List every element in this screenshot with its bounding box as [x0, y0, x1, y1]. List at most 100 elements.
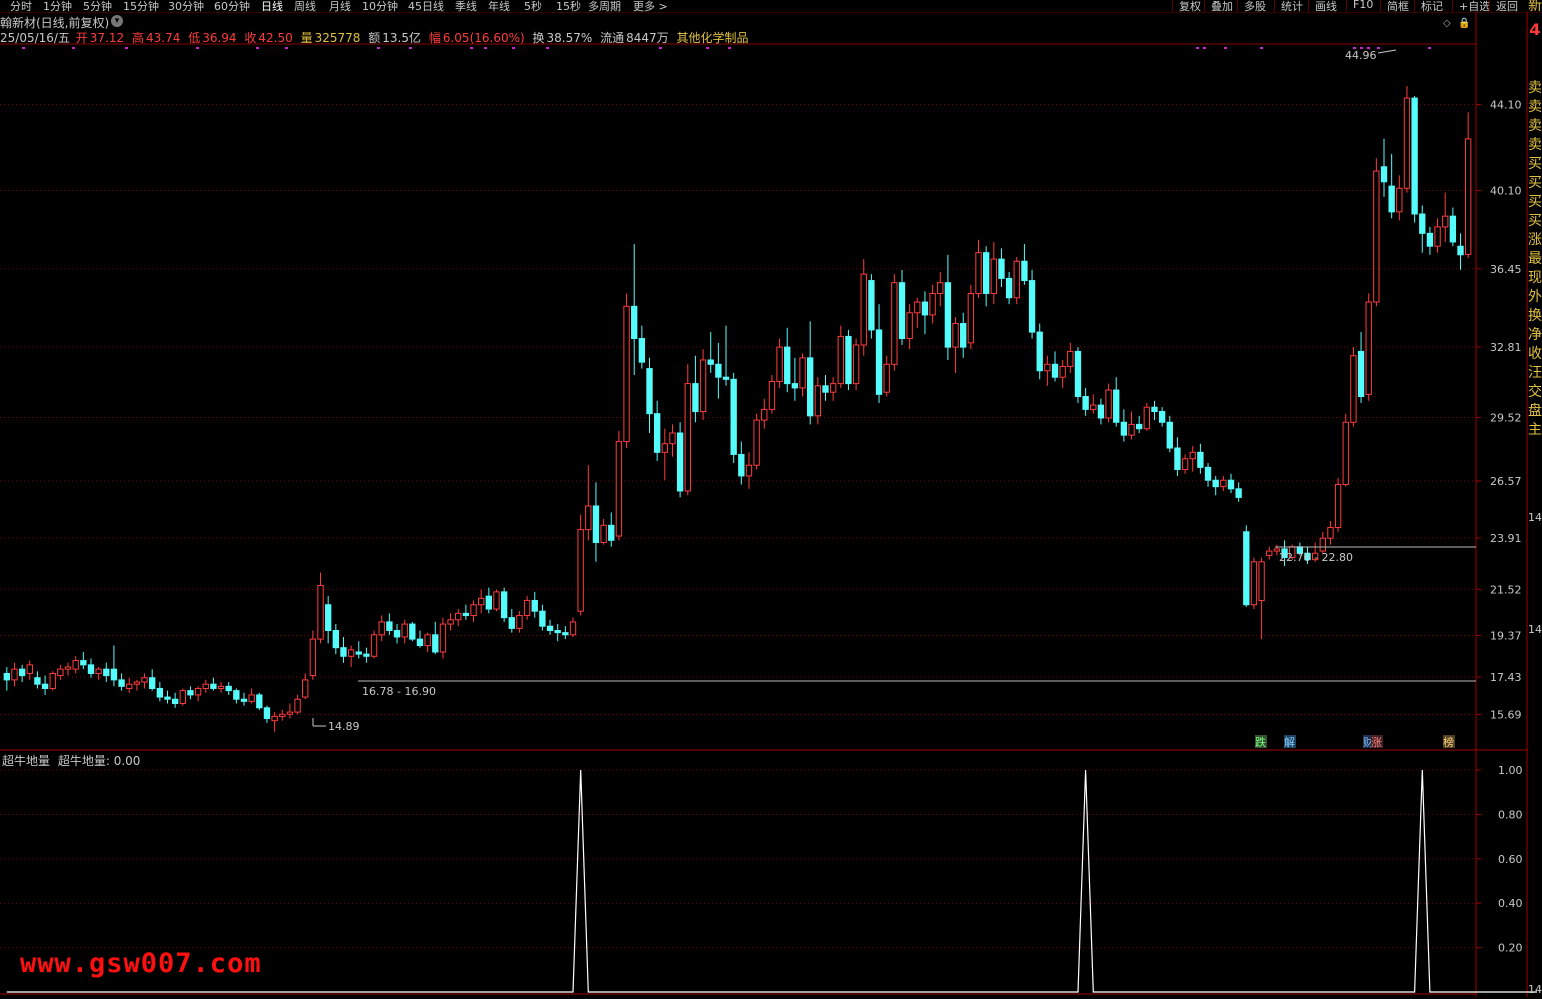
side-label-9: 最: [1528, 251, 1542, 267]
candle-body: [1396, 187, 1403, 213]
indicator-axis-label: 0.40: [1498, 897, 1523, 910]
candle-body: [500, 591, 508, 619]
candle-body: [1365, 301, 1372, 395]
candle-body: [248, 694, 255, 702]
candle-body: [416, 638, 424, 647]
candle-body: [1403, 97, 1411, 189]
candle-body: [1021, 260, 1028, 282]
candle-body: [539, 610, 546, 627]
side-label-13: 净: [1528, 327, 1542, 343]
indicator-axis-label: 0.80: [1498, 808, 1523, 821]
candle-body: [707, 359, 714, 365]
candle-body: [1227, 479, 1235, 490]
signal-dot: [1203, 47, 1206, 49]
candle-body: [34, 677, 41, 685]
candle-body: [217, 685, 225, 689]
signal-dot: [728, 47, 731, 49]
event-tag: 涨: [1371, 736, 1382, 749]
candle-body: [1457, 245, 1464, 256]
candle-body: [982, 252, 990, 294]
candle-body: [1419, 213, 1426, 234]
price-tick-label: 32.81: [1490, 341, 1522, 354]
candle-body: [562, 632, 569, 636]
candle-body: [852, 344, 860, 385]
range-label-right: 22.76 - 22.80: [1279, 551, 1353, 564]
side-label-7: 买: [1528, 213, 1542, 229]
candle-body: [929, 292, 936, 316]
candle-body: [1151, 406, 1158, 413]
candle-body: [493, 591, 500, 610]
candle-body: [1067, 350, 1074, 367]
candle-body: [210, 683, 217, 689]
side-label-4: 买: [1528, 156, 1542, 172]
candle-body: [738, 453, 745, 477]
candle-body: [347, 649, 355, 657]
candle-body: [600, 524, 607, 543]
candle-body: [1327, 526, 1334, 539]
candle-body: [516, 614, 523, 629]
candle-body: [990, 258, 997, 294]
candle-body: [439, 623, 447, 653]
candle-body: [1105, 389, 1112, 419]
candle-body: [722, 376, 730, 380]
candle-body: [187, 690, 194, 696]
price-tick-label: 23.91: [1490, 532, 1522, 545]
candle-body: [41, 683, 49, 689]
signal-dot: [1224, 47, 1227, 49]
high-marker-arrow: [1377, 49, 1397, 54]
candle-body: [1143, 406, 1151, 430]
candle-body: [1189, 451, 1196, 460]
event-tag: 跌: [1255, 735, 1266, 749]
side-label-14: 收: [1528, 346, 1542, 362]
candle-body: [860, 273, 867, 346]
candle-body: [1090, 404, 1097, 410]
candle-body: [485, 595, 493, 610]
candle-body: [807, 357, 814, 417]
candle-body: [64, 666, 72, 670]
signal-dot: [377, 47, 380, 49]
candle-body: [133, 681, 141, 685]
side-top-label: 新: [1528, 0, 1542, 14]
indicator-axis-label: 0.20: [1498, 942, 1523, 955]
candle-body: [1342, 421, 1349, 486]
side-label-0: 卖: [1528, 80, 1542, 96]
candle-body: [409, 623, 416, 640]
kline-chart[interactable]: 44.10 40.10 36.45 32.81 29.52 26.57 23.91 21.52…: [0, 0, 1542, 997]
candle-body: [937, 282, 944, 294]
candle-body: [1411, 97, 1418, 215]
candle-body: [768, 380, 776, 410]
candle-body: [80, 660, 87, 666]
indicator-value: 0.00: [113, 754, 141, 768]
candle-body: [1044, 363, 1051, 372]
candle-body: [202, 683, 209, 689]
candle-body: [432, 634, 439, 653]
candle-body: [975, 252, 982, 294]
candle-body: [470, 604, 477, 616]
candle-body: [462, 612, 470, 616]
candle-body: [554, 630, 561, 634]
candle-body: [340, 647, 347, 657]
signal-dot: [72, 47, 75, 49]
candle-body: [1174, 447, 1181, 470]
candle-body: [715, 363, 722, 378]
candle-body: [822, 385, 829, 393]
indicator-axis-label: 1.00: [1498, 764, 1523, 777]
candle-body: [692, 383, 699, 413]
candle-body: [1158, 411, 1166, 423]
signal-dot: [706, 47, 709, 49]
high-marker-label: 44.96: [1345, 49, 1377, 62]
candle-body: [271, 715, 278, 722]
candle-body: [1250, 561, 1258, 606]
signal-dot: [256, 47, 259, 49]
side-label-16: 交: [1528, 384, 1542, 400]
candle-body: [309, 638, 317, 677]
candle-body: [3, 672, 11, 681]
candle-body: [661, 443, 668, 453]
candle-body: [1166, 421, 1173, 449]
candle-body: [875, 329, 883, 395]
candle-body: [156, 687, 164, 698]
candle-body: [1426, 232, 1434, 247]
side-label-3: 卖: [1528, 137, 1542, 153]
candle-body: [95, 668, 102, 674]
candle-body: [171, 698, 179, 705]
